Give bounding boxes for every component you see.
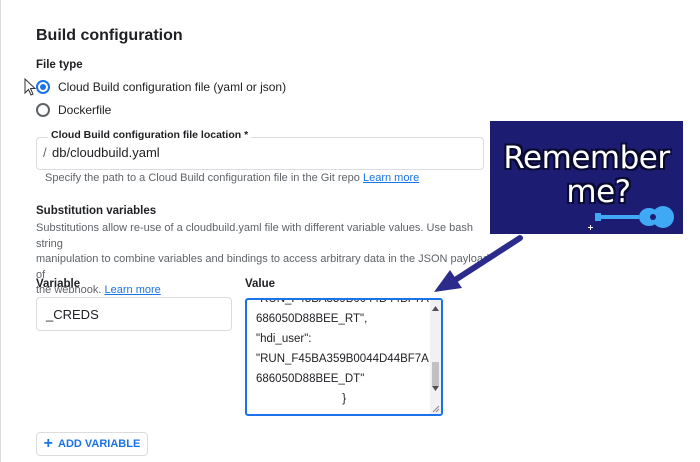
config-location-helper: Specify the path to a Cloud Build config… bbox=[45, 172, 420, 184]
value-text-lines: "RUN_F45BA359B0044D44BF7A 686050D88BEE_R… bbox=[256, 298, 429, 405]
value-column-header: Value bbox=[245, 278, 276, 290]
radio-option-cloudbuild[interactable]: Cloud Build configuration file (yaml or … bbox=[36, 78, 286, 96]
radio-checked-icon[interactable] bbox=[36, 80, 50, 94]
variable-name-value[interactable]: _CREDS bbox=[46, 307, 99, 322]
radio-unchecked-icon[interactable] bbox=[36, 103, 50, 117]
config-location-label: Cloud Build configuration file location … bbox=[48, 129, 252, 141]
path-prefix: / bbox=[43, 145, 47, 160]
radio-option-dockerfile[interactable]: Dockerfile bbox=[36, 101, 111, 119]
plus-icon: + bbox=[43, 435, 54, 452]
scroll-down-arrow-icon[interactable] bbox=[432, 386, 439, 391]
section-title: Build configuration bbox=[36, 27, 183, 44]
learn-more-link[interactable]: Learn more bbox=[363, 172, 419, 184]
variable-value-textarea[interactable]: "RUN_F45BA359B0044D44BF7A 686050D88BEE_R… bbox=[245, 298, 443, 416]
radio-option-label: Cloud Build configuration file (yaml or … bbox=[58, 80, 287, 94]
overlay-line-1: Remember bbox=[503, 140, 670, 176]
radio-option-label: Dockerfile bbox=[58, 103, 112, 117]
file-type-label: File type bbox=[36, 59, 83, 71]
mouse-cursor-icon bbox=[24, 78, 36, 96]
config-location-value[interactable]: db/cloudbuild.yaml bbox=[52, 145, 160, 160]
resize-handle-icon[interactable] bbox=[432, 405, 440, 413]
variable-name-input[interactable]: _CREDS bbox=[36, 297, 232, 331]
pointer-arrow-icon bbox=[434, 235, 523, 292]
add-variable-button[interactable]: + ADD VARIABLE bbox=[36, 432, 148, 456]
scroll-up-arrow-icon[interactable] bbox=[432, 306, 439, 311]
scrollbar-thumb[interactable] bbox=[432, 362, 439, 386]
sparkle-icon bbox=[588, 225, 593, 230]
remember-me-overlay: Remember me? bbox=[490, 121, 683, 234]
learn-more-link[interactable]: Learn more bbox=[105, 284, 161, 296]
textarea-scrollbar[interactable] bbox=[430, 300, 441, 414]
substitution-title: Substitution variables bbox=[36, 205, 157, 217]
config-location-input[interactable]: / db/cloudbuild.yaml bbox=[36, 137, 484, 170]
guitar-icon bbox=[595, 206, 674, 228]
page-left-divider bbox=[0, 0, 1, 462]
variable-column-header: Variable bbox=[36, 278, 81, 290]
